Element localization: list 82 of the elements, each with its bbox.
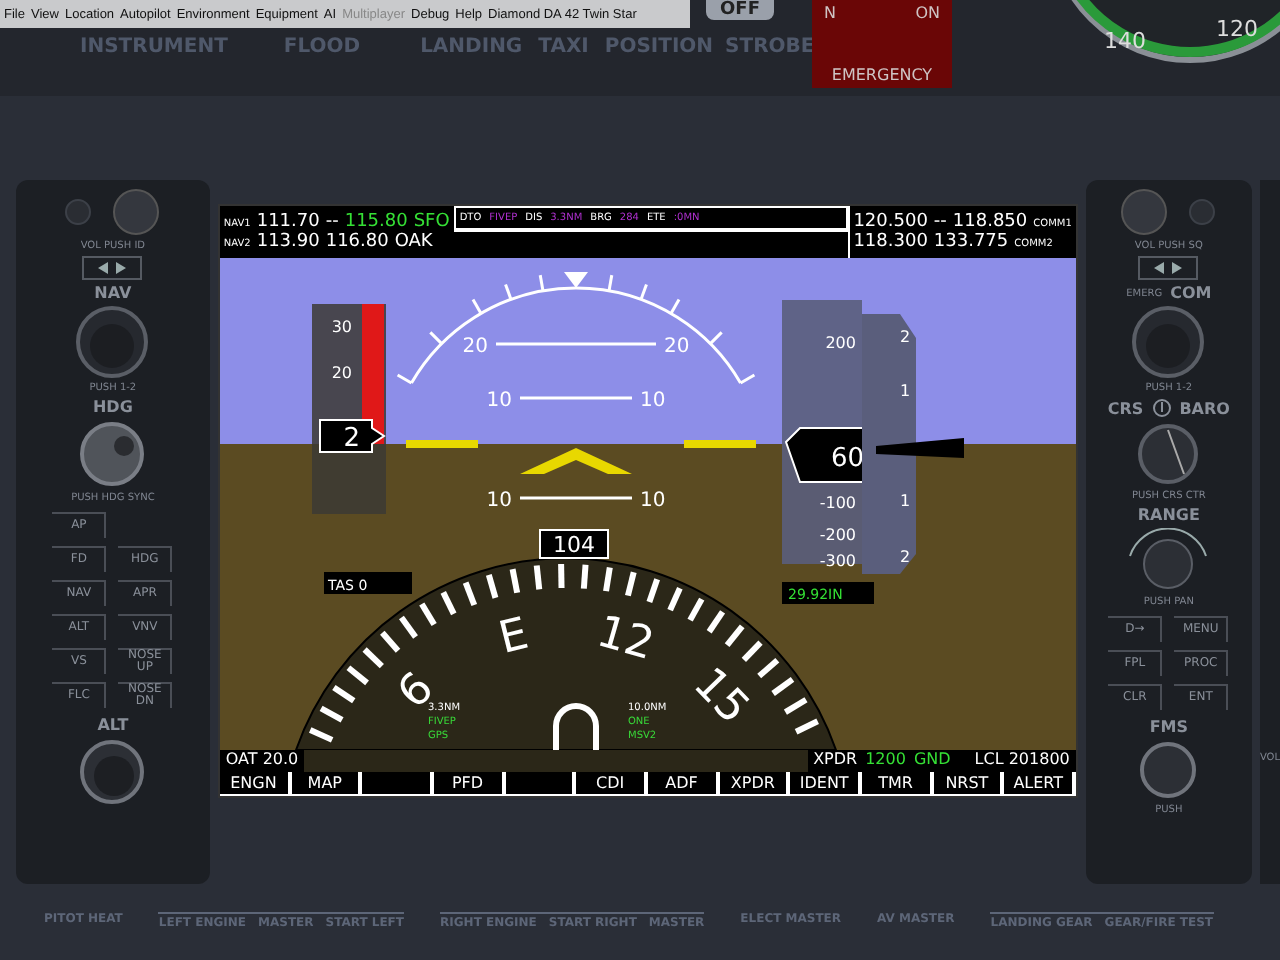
altitude-label: 200	[825, 334, 856, 352]
knob-label: ALT	[97, 716, 129, 734]
horizon-bar	[405, 440, 478, 448]
softkey[interactable]: TMR	[861, 772, 934, 796]
com-active-frequency: 118.300	[853, 232, 928, 252]
pitch-label: 20	[462, 336, 488, 358]
softkey[interactable]: ALERT	[1004, 772, 1076, 796]
xpdr-mode: GND	[913, 750, 951, 772]
compass-label: E	[494, 609, 534, 665]
swap-button[interactable]	[1138, 256, 1199, 280]
heading-readout: 104	[538, 529, 609, 559]
arrows-icon	[1152, 260, 1185, 276]
oat-text: OAT 20.0	[219, 750, 305, 772]
nav-standby-frequency: 116.80	[325, 232, 389, 252]
pitch-line	[519, 396, 632, 400]
vertical-speed-label: 1	[899, 492, 910, 510]
compass-label: 15	[683, 659, 758, 735]
airspeed-label: 20	[331, 364, 352, 382]
knob-label: FMS	[1149, 718, 1188, 736]
pitch-line	[519, 496, 632, 500]
vertical-speed-label: 1	[899, 382, 910, 400]
knob-label: COM	[1170, 284, 1212, 302]
xpdr-code: 1200	[865, 750, 906, 772]
strobe-switch[interactable]: OFF	[706, 0, 774, 20]
com-active-frequency: 120.500	[853, 212, 928, 232]
light-label: STROBE	[725, 36, 815, 58]
airspeed-label: 30	[331, 318, 352, 336]
knob-label: RANGE	[1137, 506, 1200, 524]
compass-label: 12	[591, 607, 659, 672]
blank-softkey[interactable]	[505, 772, 577, 796]
frequency-separator: --	[325, 212, 339, 232]
light-label: LANDING	[420, 36, 523, 58]
aircraft-symbol	[519, 448, 632, 474]
knob-icon[interactable]	[1128, 306, 1209, 378]
frequency-separator: --	[933, 212, 947, 232]
xpdr-label: XPDR	[813, 750, 858, 772]
light-label: FLOOD	[283, 36, 361, 58]
nav-standby-frequency: 115.80	[344, 212, 408, 232]
switch-label: ON	[915, 4, 940, 22]
com-standby-frequency: 118.850	[952, 212, 1028, 232]
pitch-label: 20	[663, 336, 690, 358]
softkey[interactable]: IDENT	[790, 772, 862, 796]
baro-box	[781, 582, 874, 604]
knob-label: NAV	[94, 284, 132, 302]
knob-label: CRS	[1107, 399, 1144, 417]
softkey[interactable]: XPDR	[719, 772, 791, 796]
vertical-speed-pointer	[875, 438, 964, 458]
clock-text: LCL 201800	[974, 750, 1070, 772]
softkey[interactable]: MAP	[291, 772, 363, 796]
altitude-label: -100	[819, 494, 856, 512]
vertical-speed-label: 2	[899, 548, 910, 566]
switch-label: N	[824, 4, 836, 22]
com-standby-frequency: 133.775	[933, 232, 1009, 252]
pitch-label: 10	[486, 390, 512, 412]
horizon-bar	[683, 440, 756, 448]
light-label: POSITION	[604, 36, 714, 58]
swap-button[interactable]	[82, 256, 143, 280]
nav-active-frequency: 111.70	[256, 212, 320, 232]
knob-label: BARO	[1179, 399, 1230, 417]
altitude-label: -200	[819, 526, 856, 544]
emergency-label: EMERGENCY	[829, 66, 935, 84]
pitch-label: 10	[486, 490, 512, 512]
nav-active-frequency: 113.90	[256, 232, 320, 252]
softkey[interactable]: PFD	[433, 772, 506, 796]
knob-icon[interactable]	[72, 306, 153, 378]
knob-label: HDG	[92, 398, 133, 416]
aircraft-heading-symbol	[552, 703, 599, 750]
station-ident: OAK	[394, 232, 433, 252]
softkey[interactable]: NRST	[933, 772, 1005, 796]
arrows-icon	[96, 260, 129, 276]
blank-softkey[interactable]	[362, 772, 434, 796]
softkey[interactable]: ADF	[647, 772, 720, 796]
softkey[interactable]: CDI	[576, 772, 648, 796]
pitch-label: 10	[639, 490, 666, 512]
vertical-speed-label: 2	[899, 328, 910, 346]
altitude-label: -300	[819, 552, 856, 570]
softkey[interactable]: ENGN	[219, 772, 292, 796]
station-ident: SFO	[413, 212, 450, 232]
light-label: TAXI	[538, 36, 589, 58]
light-label: INSTRUMENT	[80, 36, 228, 58]
tas-box	[323, 572, 412, 594]
pitch-label: 10	[639, 390, 666, 412]
